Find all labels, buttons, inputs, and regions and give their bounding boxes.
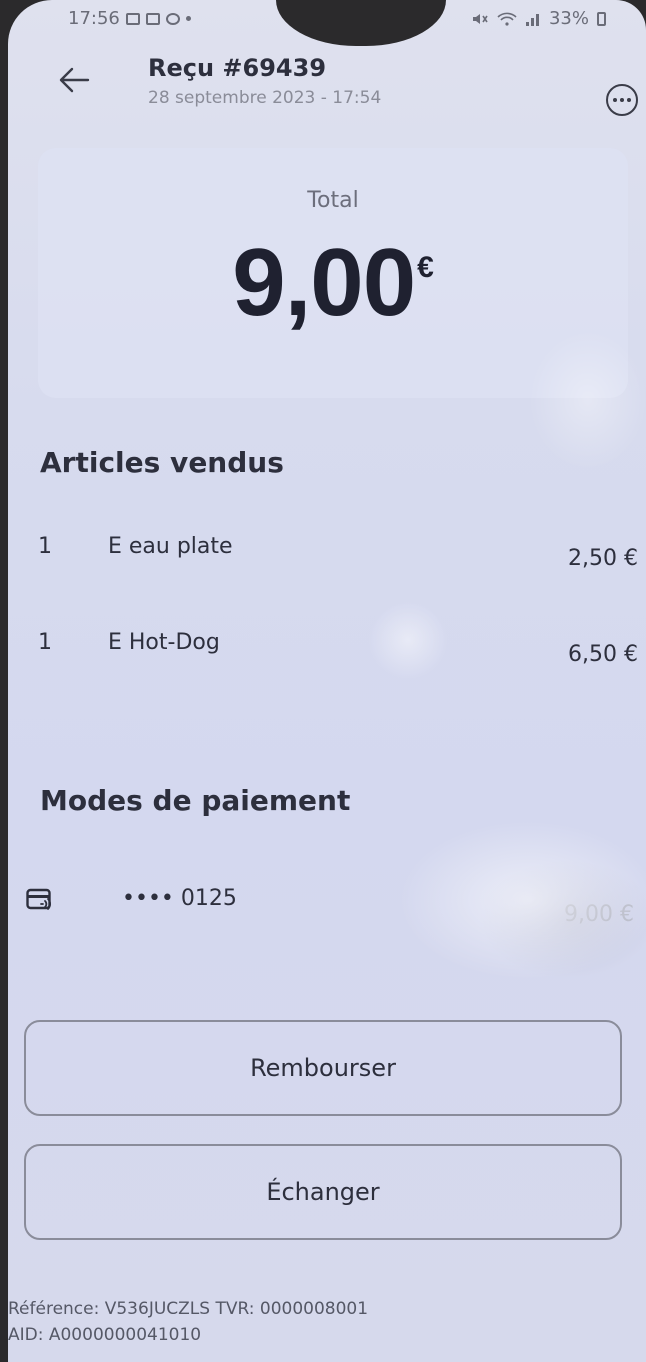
payment-section-title: Modes de paiement — [40, 784, 351, 817]
exchange-button[interactable]: Échanger — [24, 1144, 622, 1240]
notification-icon — [165, 12, 180, 25]
payment-amount: 9,00 € — [564, 902, 634, 927]
total-amount-value: 9,00 — [232, 229, 416, 336]
phone-screen: 17:56 33% Reçu #69439 28 septembre 2023 … — [8, 0, 646, 1362]
back-arrow-icon[interactable] — [54, 60, 94, 100]
list-item: 1 E eau plate 2,50 € — [32, 530, 638, 571]
contactless-card-icon — [26, 888, 51, 910]
item-quantity: 1 — [38, 630, 52, 655]
camera-notch — [276, 0, 446, 46]
notification-icon — [125, 12, 140, 25]
payment-row: •••• 0125 9,00 € — [22, 882, 642, 927]
notification-icon — [145, 12, 160, 25]
more-options-icon[interactable] — [606, 84, 638, 116]
wifi-icon — [497, 12, 517, 26]
item-name: E Hot-Dog — [108, 630, 220, 655]
item-price: 2,50 € — [568, 546, 638, 571]
total-label: Total — [307, 188, 359, 213]
item-price: 6,50 € — [568, 642, 638, 667]
battery-percent: 33% — [548, 8, 589, 29]
status-bar-right: 33% — [471, 8, 606, 29]
card-number: •••• 0125 — [122, 886, 237, 911]
status-time: 17:56 — [68, 8, 120, 29]
list-item: 1 E Hot-Dog 6,50 € — [32, 626, 638, 667]
total-card: Total 9,00€ — [38, 148, 628, 398]
more-notifications-dot — [185, 16, 191, 21]
receipt-title: Reçu #69439 — [148, 54, 327, 82]
status-bar-left: 17:56 — [68, 8, 191, 29]
total-amount: 9,00€ — [38, 228, 628, 338]
signal-icon — [525, 13, 539, 26]
battery-icon — [597, 11, 606, 26]
refund-button[interactable]: Rembourser — [24, 1020, 622, 1116]
items-section-title: Articles vendus — [40, 446, 284, 479]
item-name: E eau plate — [108, 534, 233, 559]
reference-line: Référence: V536JUCZLS TVR: 0000008001 — [8, 1299, 369, 1319]
receipt-date: 28 septembre 2023 - 17:54 — [148, 88, 382, 108]
aid-line: AID: A0000000041010 — [8, 1325, 202, 1345]
item-quantity: 1 — [38, 534, 52, 559]
mute-icon — [472, 13, 488, 24]
transaction-footer: Référence: V536JUCZLS TVR: 0000008001 AI… — [8, 1296, 368, 1348]
total-currency: € — [417, 251, 434, 284]
